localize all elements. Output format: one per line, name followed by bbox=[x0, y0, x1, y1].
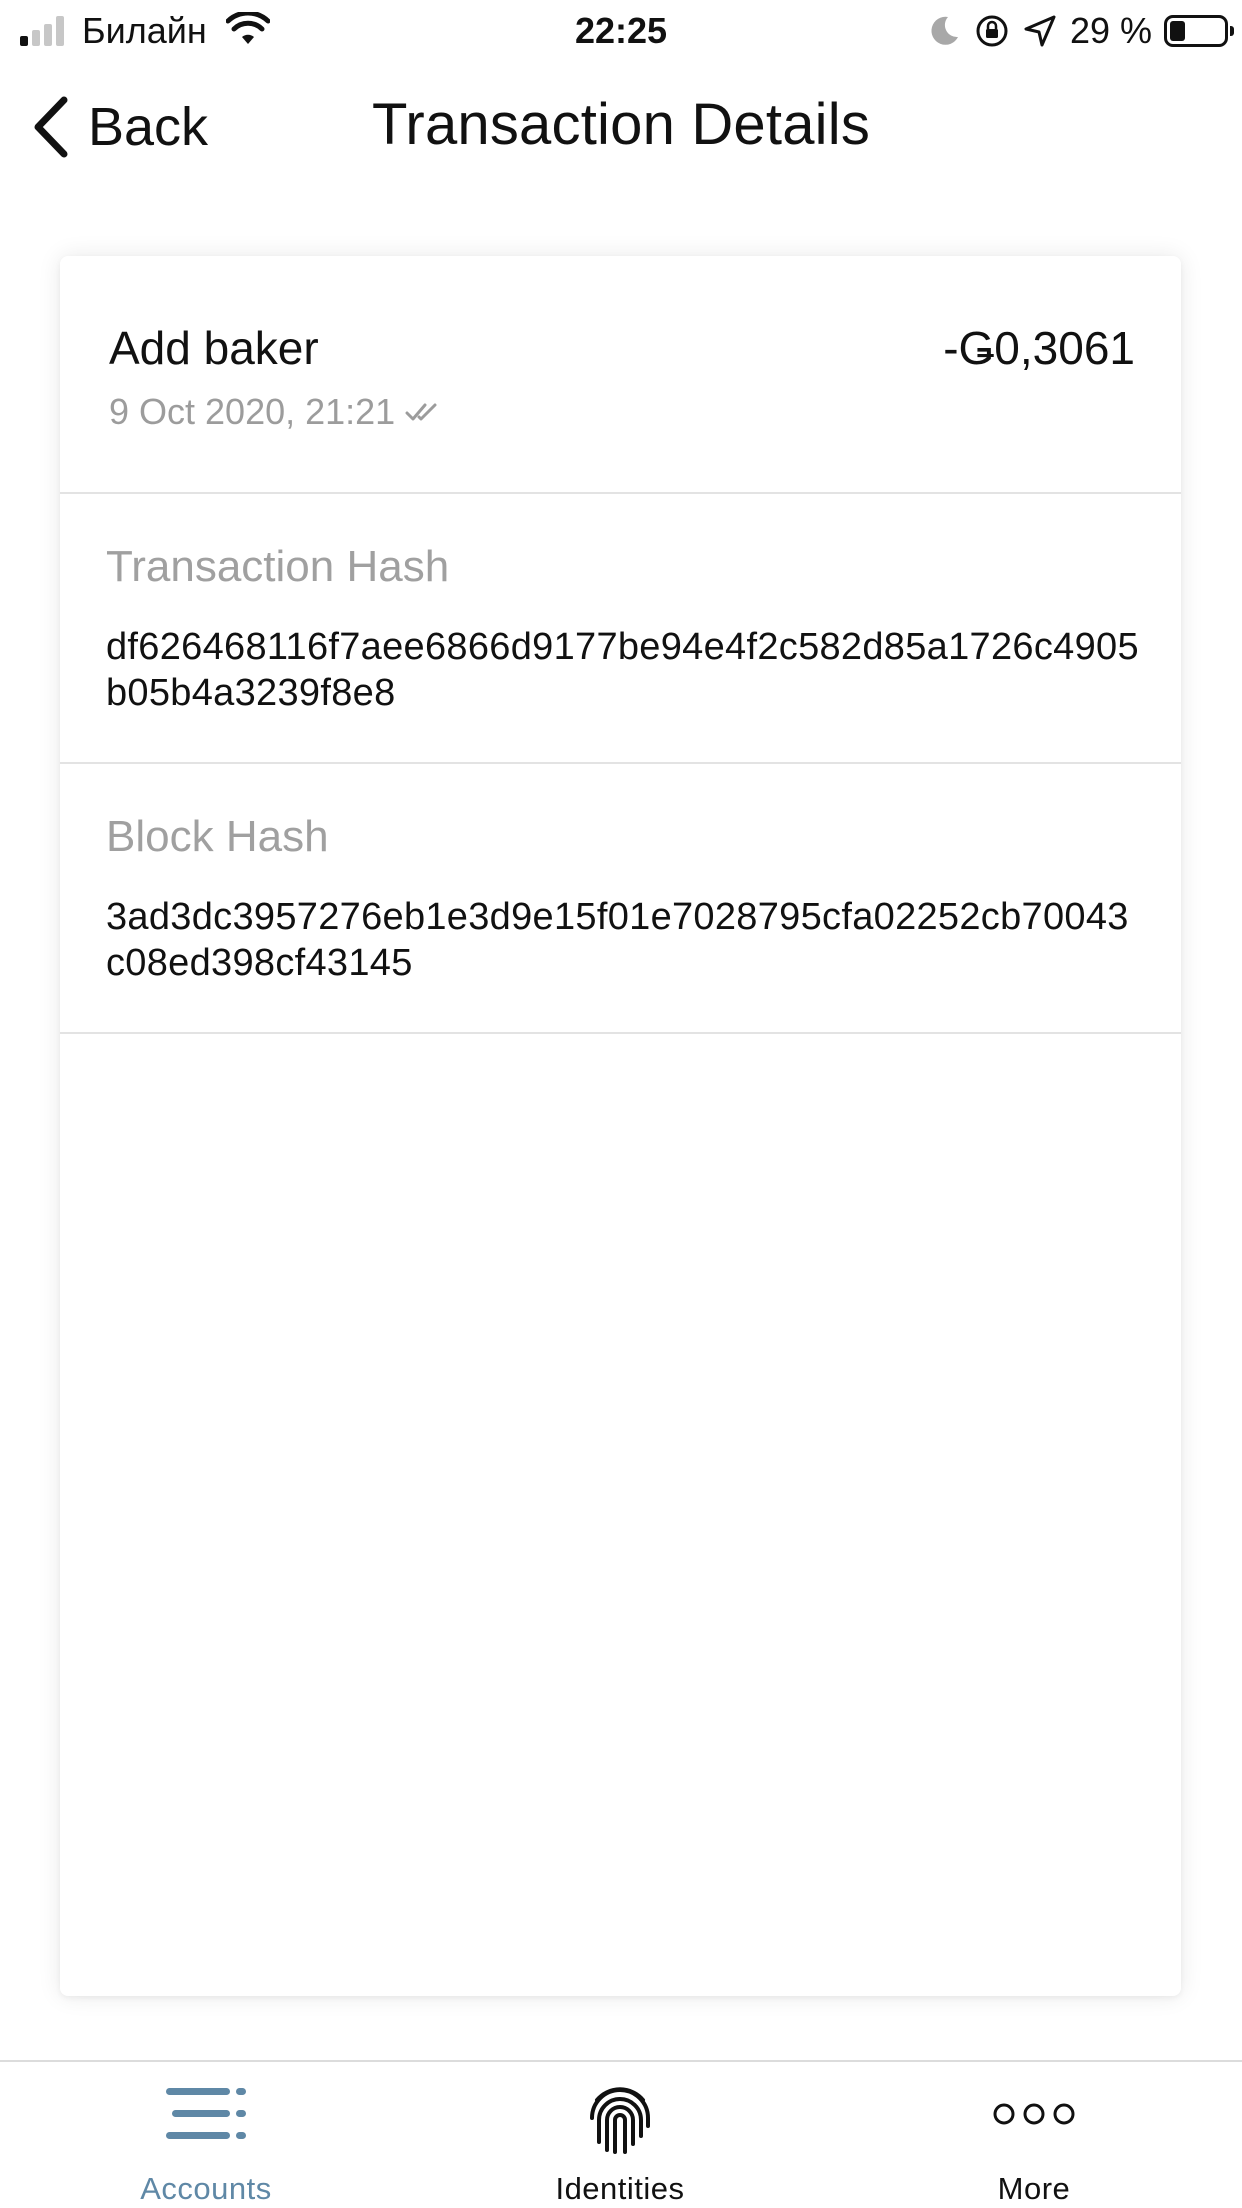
tab-more-label: More bbox=[997, 2171, 1071, 2206]
tab-accounts[interactable]: Accounts bbox=[56, 2062, 356, 2208]
transaction-date: 9 Oct 2020, 21:21 bbox=[109, 391, 396, 432]
battery-icon bbox=[1164, 15, 1234, 47]
block-hash-section: Block Hash 3ad3dc3957276eb1e3d9e15f01e70… bbox=[60, 764, 1181, 1034]
transaction-hash-value[interactable]: df626468116f7aee6866d9177be94e4f2c582d85… bbox=[106, 624, 1146, 716]
transaction-summary: Add baker -Ǥ0,3061 9 Oct 2020, 21:21 bbox=[60, 256, 1181, 494]
page-title: Transaction Details bbox=[371, 92, 871, 157]
tab-more[interactable]: More bbox=[884, 2062, 1184, 2208]
navigation-bar: Back Transaction Details bbox=[0, 62, 1242, 190]
tab-accounts-label: Accounts bbox=[140, 2171, 272, 2206]
transaction-hash-label: Transaction Hash bbox=[106, 542, 450, 591]
tab-identities-label: Identities bbox=[555, 2171, 685, 2206]
more-dots-icon bbox=[993, 2103, 1075, 2125]
tab-identities[interactable]: Identities bbox=[470, 2062, 770, 2208]
fingerprint-icon bbox=[590, 2087, 650, 2154]
rotation-lock-icon bbox=[976, 15, 1008, 47]
moon-icon bbox=[931, 16, 958, 45]
location-arrow-icon bbox=[1024, 15, 1056, 47]
transaction-hash-section: Transaction Hash df626468116f7aee6866d91… bbox=[60, 494, 1181, 764]
tab-bar: Accounts Identities More bbox=[0, 2060, 1242, 2208]
transaction-card: Add baker -Ǥ0,3061 9 Oct 2020, 21:21 Tra… bbox=[60, 256, 1181, 1996]
accounts-list-icon bbox=[166, 2088, 246, 2139]
transaction-type: Add baker bbox=[109, 322, 319, 374]
transaction-amount: -Ǥ0,3061 bbox=[943, 322, 1135, 374]
block-hash-value[interactable]: 3ad3dc3957276eb1e3d9e15f01e7028795cfa022… bbox=[106, 894, 1146, 986]
block-hash-label: Block Hash bbox=[106, 812, 329, 861]
double-check-icon bbox=[405, 403, 437, 421]
status-bar: Билайн 22:25 29 % bbox=[0, 0, 1242, 62]
battery-percent: 29 % bbox=[1069, 10, 1152, 51]
